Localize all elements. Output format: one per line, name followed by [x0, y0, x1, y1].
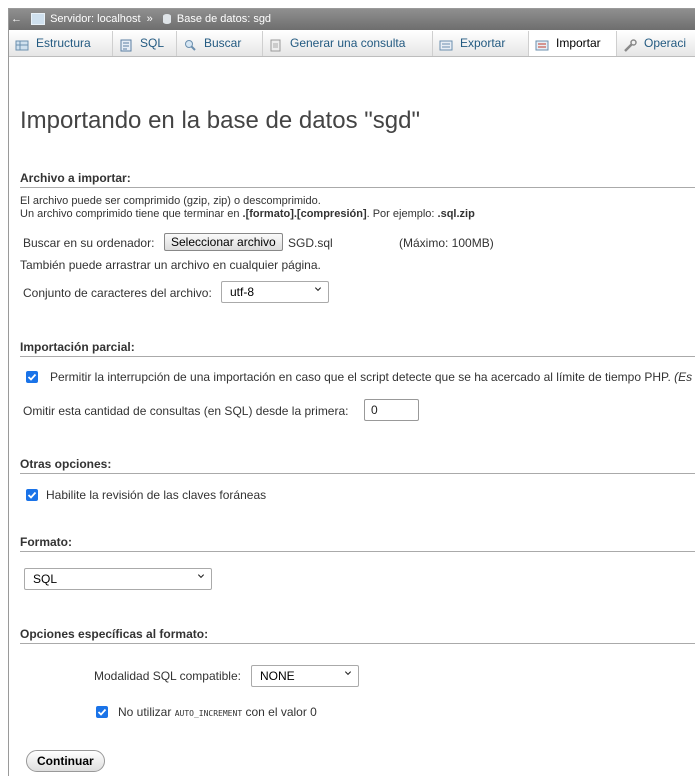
collapse-navigation-icon[interactable]: ← [10, 11, 23, 27]
no-auto-code: AUTO_INCREMENT [174, 709, 243, 718]
breadcrumb-server[interactable]: Servidor: localhost [50, 13, 141, 25]
checkmark-icon [27, 491, 37, 499]
tab-buscar[interactable]: Buscar [177, 31, 263, 56]
tab-generar-consulta[interactable]: Generar una consulta [263, 31, 433, 56]
charset-label: Conjunto de caracteres del archivo: [23, 286, 212, 300]
checkmark-icon [97, 708, 107, 716]
breadcrumb-database[interactable]: Base de datos: sgd [177, 13, 271, 25]
format-value: SQL [33, 572, 58, 586]
drag-hint: También puede arrastrar un archivo en cu… [20, 258, 321, 272]
no-auto-prefix: No utilizar [118, 705, 172, 719]
tab-estructura-label: Estructura [36, 36, 91, 50]
selected-file-name: SGD.sql [288, 236, 333, 250]
export-icon [439, 36, 454, 51]
sql-compat-select[interactable]: NONE [251, 665, 359, 687]
database-icon [162, 14, 171, 25]
wrench-icon [623, 36, 638, 53]
example-prefix: Un archivo comprimido tiene que terminar… [20, 208, 243, 220]
allow-interrupt-text: Permitir la interrupción de una importac… [50, 370, 671, 384]
partial-section-title: Importación parcial: [20, 340, 695, 357]
format-options-title: Opciones específicas al formato: [20, 627, 695, 644]
tab-exportar[interactable]: Exportar [433, 31, 529, 56]
example-value: .sql.zip [437, 208, 475, 220]
format-section-title: Formato: [20, 535, 695, 552]
allow-interrupt-checkbox[interactable] [26, 371, 38, 383]
tab-estructura[interactable]: Estructura [9, 31, 113, 56]
foreign-key-checkbox[interactable] [26, 489, 38, 501]
file-section-title: Archivo a importar: [20, 171, 695, 188]
breadcrumb-separator: » [146, 13, 153, 26]
tab-generar-consulta-label: Generar una consulta [290, 36, 406, 50]
tab-operaciones-label: Operaci [644, 36, 687, 50]
continue-button[interactable]: Continuar [26, 750, 105, 772]
skip-queries-input[interactable]: 0 [364, 399, 419, 421]
tab-operaciones[interactable]: Operaci [617, 31, 695, 56]
chevron-down-icon [314, 287, 322, 292]
no-auto-suffix: con el valor 0 [245, 705, 317, 719]
tab-bar: Estructura SQL Buscar Generar una consul… [9, 31, 695, 57]
breadcrumb: Servidor: localhost » Base de datos: sgd [31, 13, 271, 26]
page-title: Importando en la base de datos "sgd" [20, 107, 420, 134]
query-icon [269, 36, 284, 52]
phpmyadmin-frame: ← Servidor: localhost » Base de datos: s… [8, 8, 695, 776]
charset-select[interactable]: utf-8 [221, 281, 329, 303]
server-icon [31, 13, 45, 26]
tab-exportar-label: Exportar [460, 36, 506, 50]
tab-importar-label: Importar [556, 36, 601, 50]
sql-compat-label: Modalidad SQL compatible: [94, 669, 241, 683]
allow-interrupt-label: Permitir la interrupción de una importac… [50, 370, 692, 384]
import-icon [535, 36, 550, 51]
no-auto-increment-label: No utilizar AUTO_INCREMENT con el valor … [118, 705, 317, 719]
sql-icon [119, 36, 134, 52]
sql-compat-value: NONE [260, 669, 295, 683]
no-auto-increment-checkbox[interactable] [96, 706, 108, 718]
format-select[interactable]: SQL [24, 568, 212, 590]
file-compression-note: El archivo puede ser comprimido (gzip, z… [20, 195, 321, 207]
tab-buscar-label: Buscar [204, 36, 242, 50]
browse-label: Buscar en su ordenador: [23, 236, 155, 250]
file-compression-example: Un archivo comprimido tiene que terminar… [20, 208, 475, 220]
tab-sql-label: SQL [140, 36, 165, 50]
checkmark-icon [27, 373, 37, 381]
example-mid: . Por ejemplo: [366, 208, 438, 220]
chevron-down-icon [344, 671, 352, 676]
max-upload-size: (Máximo: 100MB) [399, 236, 494, 250]
choose-file-button[interactable]: Seleccionar archivo [164, 233, 283, 251]
example-format: .[formato].[compresión] [242, 208, 367, 220]
charset-value: utf-8 [230, 285, 255, 299]
structure-icon [15, 36, 30, 51]
search-icon [183, 36, 198, 52]
tab-importar[interactable]: Importar [529, 31, 617, 56]
breadcrumb-bar: ← Servidor: localhost » Base de datos: s… [9, 9, 695, 30]
skip-queries-label: Omitir esta cantidad de consultas (en SQ… [23, 404, 349, 418]
allow-interrupt-tail: (Es [674, 370, 693, 384]
foreign-key-label: Habilite la revisión de las claves forán… [46, 488, 267, 502]
tab-sql[interactable]: SQL [113, 31, 177, 56]
chevron-down-icon [197, 574, 205, 579]
other-section-title: Otras opciones: [20, 457, 695, 474]
